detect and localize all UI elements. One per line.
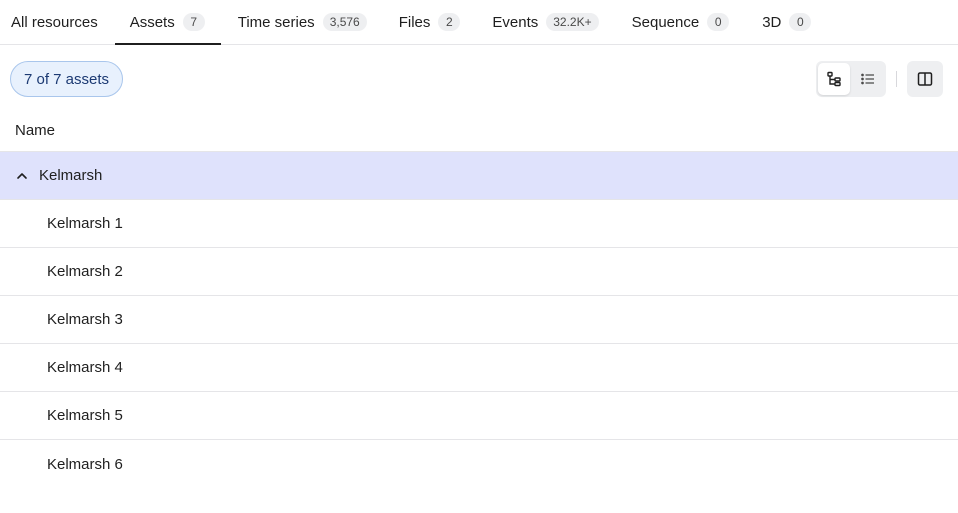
tree-row-parent[interactable]: Kelmarsh: [0, 152, 958, 200]
tab-3d[interactable]: 3D 0: [762, 0, 812, 44]
tab-time-series[interactable]: Time series 3,576: [238, 0, 367, 44]
tab-sequence[interactable]: Sequence 0: [632, 0, 730, 44]
count-badge: 7: [182, 13, 205, 31]
tree-row-child[interactable]: Kelmarsh 1: [0, 200, 958, 248]
row-label: Kelmarsh 3: [47, 311, 123, 328]
tab-label: 3D: [762, 13, 782, 31]
tab-label: Time series: [237, 13, 315, 31]
count-badge: 0: [707, 13, 730, 31]
list-view-icon: [860, 71, 876, 87]
column-header-name[interactable]: Name: [0, 110, 958, 152]
tree-row-child[interactable]: Kelmarsh 2: [0, 248, 958, 296]
results-toolbar: 7 of 7 assets: [0, 45, 958, 110]
tab-label: Events: [492, 13, 539, 31]
count-badge: 2: [438, 13, 461, 31]
tree-row-child[interactable]: Kelmarsh 4: [0, 344, 958, 392]
tab-assets[interactable]: Assets 7: [114, 0, 221, 45]
row-label: Kelmarsh: [39, 167, 103, 184]
tree-row-child[interactable]: Kelmarsh 3: [0, 296, 958, 344]
split-panel-icon: [917, 71, 933, 87]
chevron-up-icon[interactable]: [15, 169, 29, 183]
tree-view-button[interactable]: [818, 63, 850, 95]
tree-row-child[interactable]: Kelmarsh 6: [0, 440, 958, 488]
tab-all-resources[interactable]: All resources: [11, 0, 98, 44]
row-label: Kelmarsh 5: [47, 407, 123, 424]
tab-label: All resources: [11, 13, 98, 31]
count-badge: 3,576: [322, 13, 367, 31]
tree-view-icon: [826, 71, 842, 87]
toolbar-divider: [896, 71, 897, 87]
tab-label: Sequence: [631, 13, 700, 31]
tab-label: Files: [398, 13, 431, 31]
count-badge: 32.2K+: [546, 13, 599, 31]
tab-files[interactable]: Files 2: [399, 0, 461, 44]
row-label: Kelmarsh 4: [47, 359, 123, 376]
asset-tree: Kelmarsh Kelmarsh 1 Kelmarsh 2 Kelmarsh …: [0, 152, 958, 488]
toggle-side-panel-button[interactable]: [907, 61, 943, 97]
result-count-pill[interactable]: 7 of 7 assets: [10, 61, 123, 97]
resource-tabs: All resources Assets 7 Time series 3,576…: [0, 0, 958, 45]
tree-row-child[interactable]: Kelmarsh 5: [0, 392, 958, 440]
count-badge: 0: [789, 13, 812, 31]
view-toggle-group: [816, 61, 886, 97]
column-header-label: Name: [15, 122, 56, 139]
tab-label: Assets: [129, 13, 175, 31]
tab-events[interactable]: Events 32.2K+: [492, 0, 599, 44]
row-label: Kelmarsh 1: [47, 215, 123, 232]
list-view-button[interactable]: [852, 63, 884, 95]
row-label: Kelmarsh 2: [47, 263, 123, 280]
row-label: Kelmarsh 6: [47, 455, 123, 473]
